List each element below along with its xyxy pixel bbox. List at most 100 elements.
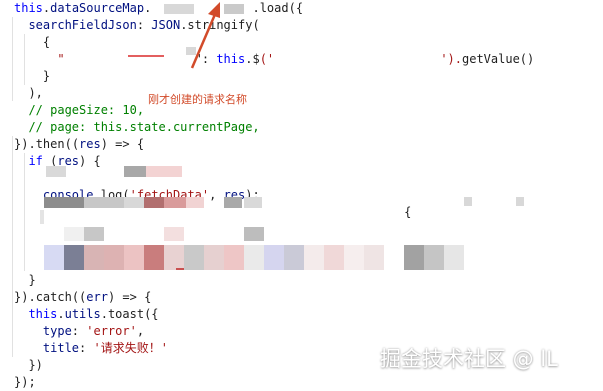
code-token: ),	[14, 86, 43, 100]
code-line-5: }	[14, 68, 50, 85]
code-token: ((	[64, 137, 80, 151]
redacted-line-15	[64, 227, 84, 241]
code-token: $	[252, 52, 260, 66]
code-token: :	[71, 324, 87, 338]
redacted-line-13	[516, 197, 524, 206]
redacted-line-18	[244, 227, 264, 241]
code-token: err	[86, 290, 108, 304]
code-token: JSON	[151, 18, 181, 32]
indent-guide-5	[12, 306, 13, 357]
redacted-line-19	[44, 245, 64, 270]
code-token: '请求失败！'	[93, 341, 168, 355]
redacted-line-16	[84, 227, 104, 241]
redacted-line-38	[444, 245, 464, 270]
code-token: if	[14, 154, 43, 168]
code-token: // pageSize: 10,	[14, 103, 145, 117]
code-token: 'error'	[86, 324, 137, 338]
redacted-line-21	[84, 245, 104, 270]
code-token: ) => {	[107, 290, 152, 304]
code-line-19: this.utils.toast({	[14, 306, 159, 323]
code-token: ((	[71, 290, 87, 304]
annotation-label: 刚才创建的请求名称	[148, 93, 247, 106]
annotation-arrow	[190, 2, 220, 69]
code-token: type	[14, 324, 72, 338]
code-token: this	[14, 307, 58, 321]
code-editor[interactable]: this.dataSourceMap. .load({ searchFieldJ…	[0, 0, 603, 389]
redacted-line-39	[176, 268, 184, 270]
code-token: }	[14, 69, 51, 83]
code-token: res	[79, 137, 101, 151]
redacted-line-25	[164, 245, 184, 270]
code-token: })	[14, 358, 43, 372]
redacted-line-35	[364, 245, 384, 270]
code-line-20: type: 'error',	[14, 323, 144, 340]
code-token: ({	[288, 1, 304, 15]
code-line-14	[14, 221, 43, 238]
redacted-line-23	[124, 245, 144, 270]
code-token: ('	[259, 52, 275, 66]
redacted-line-29	[244, 245, 264, 270]
redacted-line-34	[344, 245, 364, 270]
redacted-line-22	[104, 245, 124, 270]
code-token: catch	[35, 290, 72, 304]
code-line-9: }).then((res) => {	[14, 136, 144, 153]
code-token: :	[136, 18, 152, 32]
code-token: ,	[209, 188, 224, 202]
juejin-watermark: 掘金技术社区 @ lL	[380, 347, 558, 371]
code-token: dataSourceMap	[50, 1, 145, 15]
redacted-line-6	[124, 197, 144, 208]
code-token: toast	[107, 307, 145, 321]
code-line-4: " ": this.$(' ').getValue()	[14, 51, 534, 68]
redacted-line-17	[164, 227, 184, 241]
code-token: (	[252, 18, 260, 32]
code-line-22: })	[14, 357, 43, 374]
code-token: :	[79, 341, 94, 355]
code-line-18: }).catch((err) => {	[14, 289, 151, 306]
redacted-line-11	[244, 197, 262, 208]
redacted-field-key-1	[128, 55, 164, 57]
code-token: .	[57, 307, 65, 321]
redacted-request-name-2	[224, 4, 244, 14]
code-token: });	[14, 375, 36, 389]
redacted-line-26	[184, 245, 204, 270]
code-token: ) {	[79, 154, 101, 168]
code-line-15	[14, 238, 43, 255]
code-line-3: {	[14, 34, 50, 51]
redacted-line-7	[144, 197, 164, 208]
code-token: }	[14, 273, 36, 287]
code-token: this	[14, 1, 43, 15]
redacted-line-28	[224, 245, 244, 270]
code-token: load	[259, 1, 289, 15]
code-token: ').	[440, 52, 462, 66]
redacted-line-8	[164, 197, 186, 208]
code-line-8: // page: this.state.currentPage,	[14, 119, 259, 136]
code-token: title	[14, 341, 80, 355]
redacted-line-33	[324, 245, 344, 270]
code-token: ()	[519, 52, 535, 66]
redacted-line-10	[224, 197, 242, 208]
code-token: .	[28, 137, 36, 151]
code-token: .	[100, 307, 108, 321]
redacted-line-1	[46, 166, 66, 177]
redacted-line-31	[284, 245, 304, 270]
redacted-line-2	[124, 166, 146, 177]
code-token: ,	[136, 324, 145, 338]
code-line-11	[14, 170, 43, 187]
indent-guide-1	[12, 17, 13, 101]
code-token: ({	[144, 307, 159, 321]
code-token: })	[14, 290, 29, 304]
redacted-line-12	[464, 197, 472, 206]
code-token: then	[35, 137, 65, 151]
code-token: .	[28, 290, 36, 304]
redacted-line-20	[64, 245, 84, 270]
code-token: {	[14, 35, 51, 49]
code-token: .	[252, 1, 260, 15]
code-line-6: ),	[14, 85, 43, 102]
redacted-line-5	[84, 197, 124, 208]
redacted-line-3	[146, 166, 182, 177]
code-line-16	[14, 255, 43, 272]
